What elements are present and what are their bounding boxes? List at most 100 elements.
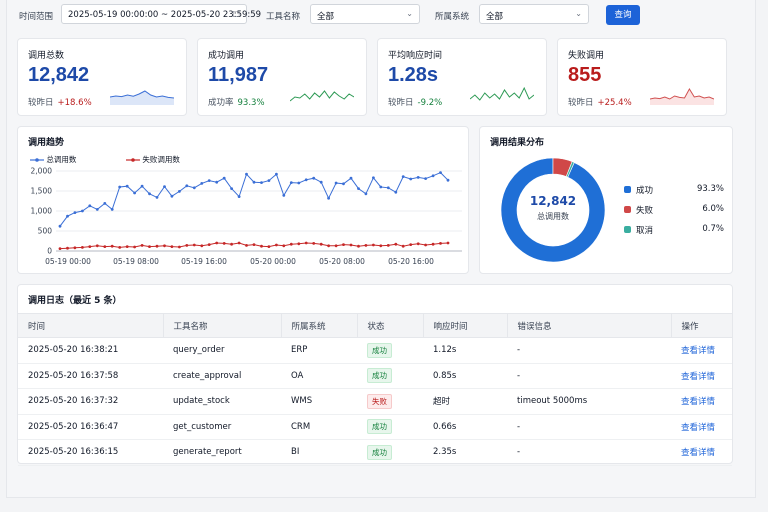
series-failed-point [88, 245, 92, 248]
chevron-down-icon: ⌄ [406, 9, 413, 18]
logs-card: 调用日志（最近 5 条） 时间 工具名称 所属系统 状态 响应时间 错误信息 操作 2025… [17, 284, 733, 466]
cell-system: OA [281, 363, 357, 389]
legend-name: 失败 [636, 206, 654, 216]
stat-sub: 成功率 93.3% [208, 96, 265, 108]
cell-error: - [507, 414, 671, 440]
legend-failed-label: 失败调用数 [142, 155, 180, 164]
series-failed-point [140, 244, 144, 247]
series-total-point [394, 190, 398, 194]
series-total-point [88, 204, 92, 208]
status-badge: 成功 [367, 368, 392, 384]
legend-swatch [624, 206, 631, 213]
series-failed-point [230, 242, 234, 246]
table-row: 2025-05-20 16:37:32 update_stock WMS 失败 超时 ti… [18, 388, 732, 415]
series-failed-point [282, 244, 286, 248]
sparkline [110, 90, 174, 105]
series-total-point [304, 178, 308, 182]
series-failed-point [222, 242, 226, 245]
series-failed-point [319, 242, 323, 246]
series-failed-point [200, 244, 204, 248]
legend-failed-marker [126, 158, 140, 162]
legend-percent: 6.0% [702, 204, 724, 214]
series-total-point [200, 182, 204, 185]
cell-response-time: 2.35s [423, 439, 507, 466]
stat-card: 平均响应时间 1.28s 较昨日 -9.2% [377, 38, 547, 116]
sparkline-area [650, 89, 714, 105]
series-total-point [148, 192, 151, 196]
stat-label: 成功调用 [208, 51, 245, 61]
series-failed-point [342, 243, 345, 246]
series-total-point [222, 176, 226, 180]
y-tick-label: 1,500 [31, 187, 53, 196]
stat-sub-label: 成功率 [208, 98, 234, 108]
series-total-point [170, 194, 174, 198]
column-header: 时间 [18, 313, 163, 338]
view-details-link[interactable]: 查看详情 [681, 397, 715, 407]
view-details-link[interactable]: 查看详情 [681, 448, 715, 458]
series-total-point [372, 176, 375, 180]
series-failed-point [386, 244, 390, 247]
column-header: 操作 [670, 313, 732, 338]
cell-tool: update_stock [163, 388, 281, 415]
x-tick-label: 05-19 00:00 [45, 257, 91, 266]
series-failed-point [237, 241, 241, 245]
series-failed-point [163, 244, 166, 248]
stat-delta: 93.3% [237, 98, 265, 108]
stat-sub-label: 较昨日 [568, 98, 594, 108]
series-total-point [237, 195, 241, 198]
calendar-icon: □ [232, 9, 240, 18]
series-failed-point [66, 246, 69, 250]
stat-delta: +18.6% [57, 98, 92, 108]
cell-error: - [507, 439, 671, 466]
stat-card: 调用总数 12,842 较昨日 +18.6% [17, 38, 187, 116]
tool-name-select[interactable]: 全部 ⌄ [310, 4, 420, 24]
view-details-link[interactable]: 查看详情 [681, 346, 715, 356]
series-failed-point [439, 242, 442, 245]
series-failed-point [215, 241, 219, 245]
x-tick-label: 05-20 16:00 [388, 257, 434, 266]
cell-tool: get_customer [163, 414, 281, 440]
cell-tool: generate_report [163, 439, 281, 466]
x-tick-label: 05-19 08:00 [113, 257, 159, 266]
series-total-point [245, 172, 248, 176]
series-total-point [282, 194, 286, 197]
legend-total-marker [30, 158, 44, 162]
series-failed-point [275, 243, 278, 247]
series-failed-point [327, 244, 330, 248]
cell-system: ERP [281, 337, 357, 364]
y-tick-label: 500 [38, 227, 53, 236]
cell-time: 2025-05-20 16:36:47 [18, 414, 163, 440]
series-failed-point [289, 242, 293, 246]
series-total-point [409, 177, 413, 181]
series-total-point [163, 185, 166, 188]
series-failed-point [349, 243, 353, 247]
view-details-link[interactable]: 查看详情 [681, 372, 715, 382]
stat-sub: 较昨日 +18.6% [28, 96, 92, 108]
tool-name-label: 工具名称 [266, 12, 301, 22]
x-tick-label: 05-19 16:00 [181, 257, 227, 266]
query-button[interactable]: 查询 [606, 5, 640, 25]
cell-action: 查看详情 [671, 337, 732, 364]
legend-name: 取消 [636, 226, 654, 236]
stat-label: 平均响应时间 [388, 51, 443, 61]
series-failed-point [207, 243, 211, 246]
series-failed-point [409, 243, 413, 246]
trend-card: 0 500 1,000 1,500 2,000 05-19 00:00 05-19 08:0… [17, 126, 469, 274]
tool-name-value: 全部 [317, 12, 335, 22]
series-total-point [439, 171, 442, 174]
view-details-link[interactable]: 查看详情 [681, 423, 715, 433]
series-total-point [133, 191, 136, 195]
series-total-point [334, 181, 338, 185]
time-range-picker[interactable]: 2025-05-19 00:00:00 ~ 2025-05-20 23:59:5… [61, 4, 261, 24]
cell-error: timeout 5000ms [507, 388, 671, 415]
series-total-point [73, 211, 77, 214]
cell-time: 2025-05-20 16:37:32 [18, 388, 163, 415]
series-total-point [110, 208, 114, 211]
series-total-point [424, 177, 427, 180]
status-badge: 成功 [367, 342, 392, 358]
stat-sub-label: 较昨日 [388, 98, 414, 108]
trend-title: 调用趋势 [28, 138, 65, 148]
series-failed-point [95, 244, 99, 248]
system-select[interactable]: 全部 ⌄ [479, 4, 589, 24]
series-failed-point [133, 245, 136, 249]
